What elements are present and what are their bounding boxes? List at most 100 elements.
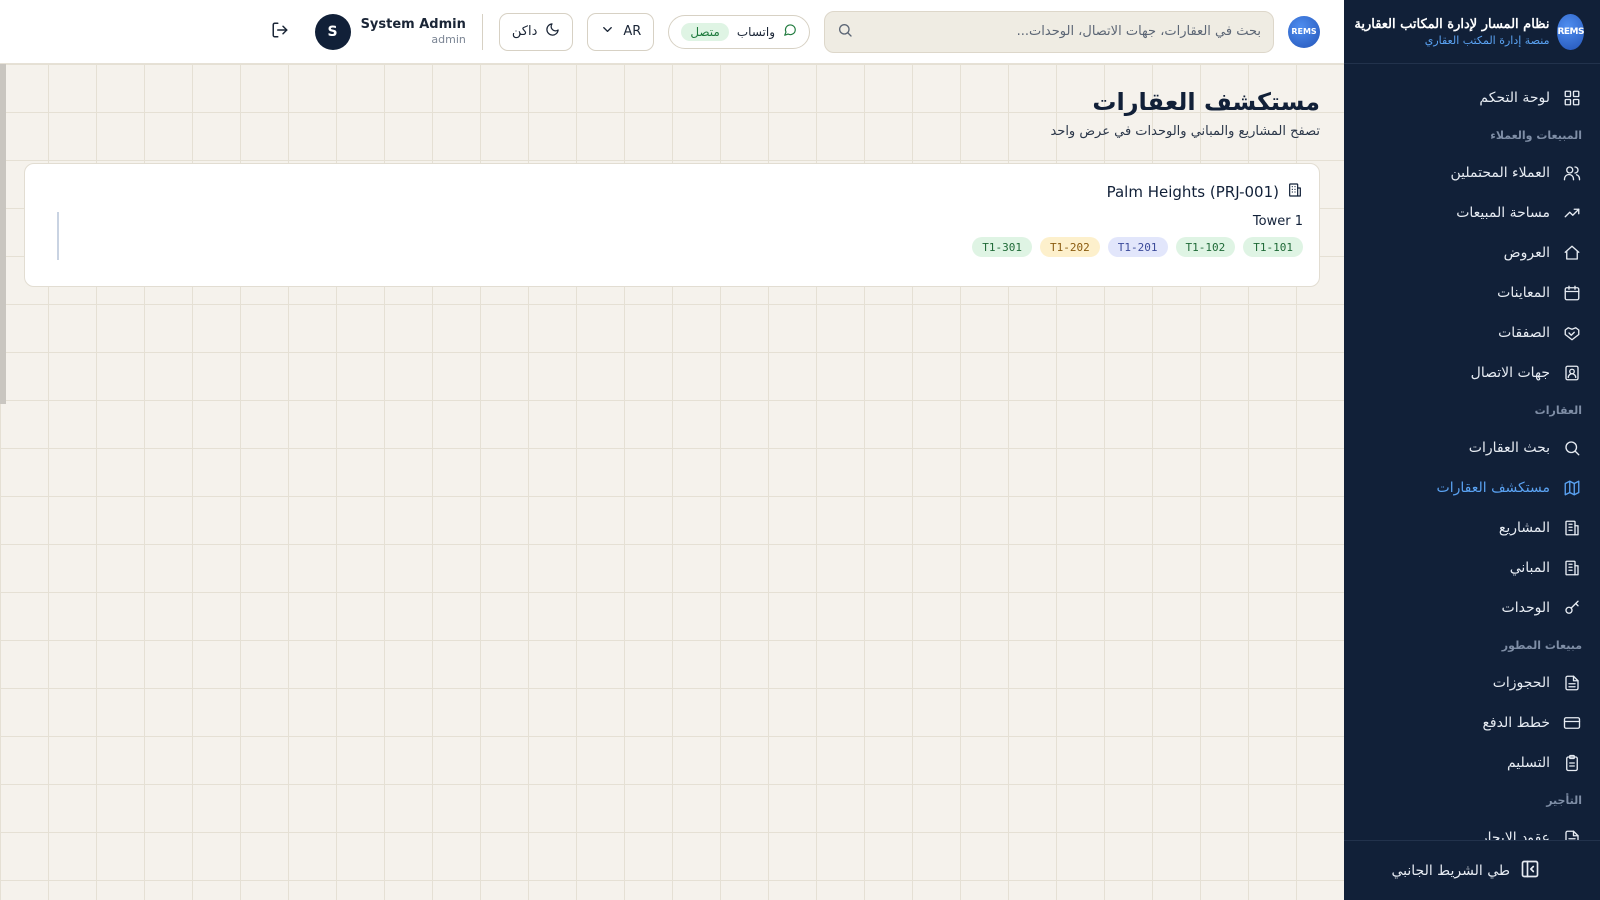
page-title: مستكشف العقارات <box>1092 88 1320 116</box>
unit-chip[interactable]: T1-102 <box>1175 237 1236 257</box>
sidebar-item-label: عقود الإيجار <box>1480 830 1550 840</box>
global-search[interactable] <box>824 10 1274 53</box>
theme-label: داكن <box>511 24 538 39</box>
logout-button[interactable] <box>271 21 289 43</box>
brand-subtitle: منصة إدارة المكتب العقاري <box>1424 33 1550 47</box>
unit-chip[interactable]: T1-201 <box>1107 237 1168 257</box>
main-content: مستكشف العقارات تصفح المشاريع والمباني و… <box>0 64 1344 900</box>
avatar[interactable]: S <box>314 13 351 50</box>
sidebar-item[interactable]: عقود الإيجار <box>1344 818 1600 840</box>
sidebar-item-label: التسليم <box>1506 755 1550 771</box>
whatsapp-status[interactable]: واتساب متصل <box>668 14 810 49</box>
scrollbar[interactable] <box>0 64 6 404</box>
brand-logo: REMS <box>1557 13 1584 50</box>
building-name[interactable]: Tower 1 <box>41 214 1303 229</box>
sidebar-item-label: الصفقات <box>1498 325 1550 341</box>
dashboard-icon <box>1562 88 1582 108</box>
brand[interactable]: REMS نظام المسار لإدارة المكاتب العقارية… <box>1344 0 1600 64</box>
search-input[interactable] <box>863 24 1261 39</box>
search-icon <box>837 22 853 42</box>
theme-toggle-button[interactable]: داكن <box>498 12 574 51</box>
document-icon <box>1562 828 1582 840</box>
sidebar-item[interactable]: مساحة المبيعات <box>1344 193 1600 233</box>
home-icon <box>1562 243 1582 263</box>
status-badge: متصل <box>681 22 729 41</box>
sidebar-item-label: العملاء المحتملين <box>1450 165 1550 181</box>
user-meta: System Admin admin <box>361 17 466 46</box>
search-icon <box>1562 438 1582 458</box>
document-icon <box>1562 673 1582 693</box>
sidebar-item-label: لوحة التحكم <box>1479 90 1550 106</box>
tree-divider <box>57 212 59 260</box>
key-icon <box>1562 598 1582 618</box>
unit-chip[interactable]: T1-202 <box>1040 237 1100 257</box>
sidebar-item[interactable]: جهات الاتصال <box>1344 353 1600 393</box>
sidebar-item-label: مساحة المبيعات <box>1456 205 1550 221</box>
clipboard-icon <box>1562 753 1582 773</box>
chevron-down-icon <box>600 22 615 41</box>
sidebar-item[interactable]: لوحة التحكم <box>1344 78 1600 118</box>
header-logo[interactable]: REMS <box>1288 15 1320 48</box>
nav-section-label: المبيعات والعملاء <box>1490 129 1582 142</box>
sidebar-item-label: بحث العقارات <box>1468 440 1550 456</box>
sidebar-item[interactable]: بحث العقارات <box>1344 428 1600 468</box>
logout-icon <box>271 21 289 43</box>
calendar-icon <box>1562 283 1582 303</box>
card-icon <box>1562 713 1582 733</box>
sidebar-item[interactable]: المعاينات <box>1344 273 1600 313</box>
language-select[interactable]: AR <box>587 12 655 51</box>
sidebar-item-label: المعاينات <box>1497 285 1550 301</box>
sidebar-item-label: خطط الدفع <box>1482 715 1550 731</box>
sidebar-item[interactable]: مستكشف العقارات <box>1344 468 1600 508</box>
sidebar-item[interactable]: خطط الدفع <box>1344 703 1600 743</box>
project-card[interactable]: Palm Heights (PRJ-001) Tower 1 T1-101 T1-… <box>24 163 1320 287</box>
collapse-label: طي الشريط الجانبي <box>1391 862 1510 879</box>
sidebar-item[interactable]: الحجوزات <box>1344 663 1600 703</box>
sidebar-nav: لوحة التحكم المبيعات والعملاء العملاء المح… <box>1344 64 1600 840</box>
nav-section-label: التأجير <box>1546 794 1582 807</box>
sidebar-item-label: الوحدات <box>1501 600 1550 616</box>
unit-list: T1-101 T1-102 T1-201 T1-202 T1-301 <box>41 237 1303 257</box>
language-label: AR <box>623 24 642 39</box>
whatsapp-icon <box>783 23 797 40</box>
sidebar-item[interactable]: المشاريع <box>1344 508 1600 548</box>
nav-section-label: مبيعات المطور <box>1501 639 1582 652</box>
sidebar-item[interactable]: المباني <box>1344 548 1600 588</box>
header-divider <box>481 13 483 50</box>
users-icon <box>1562 163 1582 183</box>
collapse-icon <box>1520 859 1540 883</box>
user-name: System Admin <box>360 17 466 32</box>
top-header: REMS واتساب متصل AR داكن System Admin ad… <box>0 0 1344 64</box>
nav-section-label: العقارات <box>1534 404 1582 417</box>
user-role: admin <box>431 33 466 46</box>
unit-chip[interactable]: T1-301 <box>972 237 1032 257</box>
handshake-icon <box>1562 323 1582 343</box>
user-menu[interactable]: System Admin admin S <box>314 13 466 50</box>
sidebar-item-label: المباني <box>1509 560 1550 576</box>
sidebar-item-label: الحجوزات <box>1492 675 1550 691</box>
sidebar-item-label: المشاريع <box>1498 520 1550 536</box>
brand-title: نظام المسار لإدارة المكاتب العقارية <box>1354 16 1550 32</box>
building-icon <box>1562 518 1582 538</box>
page-subtitle: تصفح المشاريع والمباني والوحدات في عرض و… <box>1050 124 1320 139</box>
sidebar-item-label: جهات الاتصال <box>1470 365 1550 381</box>
sidebar-item-label: العروض <box>1503 245 1550 261</box>
map-icon <box>1562 478 1582 498</box>
sidebar: REMS نظام المسار لإدارة المكاتب العقارية… <box>1344 0 1600 900</box>
sidebar-item[interactable]: الوحدات <box>1344 588 1600 628</box>
sidebar-item[interactable]: العروض <box>1344 233 1600 273</box>
sidebar-item-label: مستكشف العقارات <box>1436 480 1550 496</box>
sidebar-item[interactable]: الصفقات <box>1344 313 1600 353</box>
whatsapp-label: واتساب <box>736 24 775 39</box>
building-icon <box>1287 182 1303 202</box>
contact-icon <box>1562 363 1582 383</box>
sidebar-item[interactable]: العملاء المحتملين <box>1344 153 1600 193</box>
project-header[interactable]: Palm Heights (PRJ-001) <box>41 182 1303 202</box>
brand-text: نظام المسار لإدارة المكاتب العقارية منصة… <box>1354 17 1549 47</box>
project-name: Palm Heights (PRJ-001) <box>1106 183 1279 201</box>
unit-chip[interactable]: T1-101 <box>1243 237 1303 257</box>
building-icon <box>1562 558 1582 578</box>
collapse-sidebar-button[interactable]: طي الشريط الجانبي <box>1344 840 1600 900</box>
trend-icon <box>1562 203 1582 223</box>
sidebar-item[interactable]: التسليم <box>1344 743 1600 783</box>
